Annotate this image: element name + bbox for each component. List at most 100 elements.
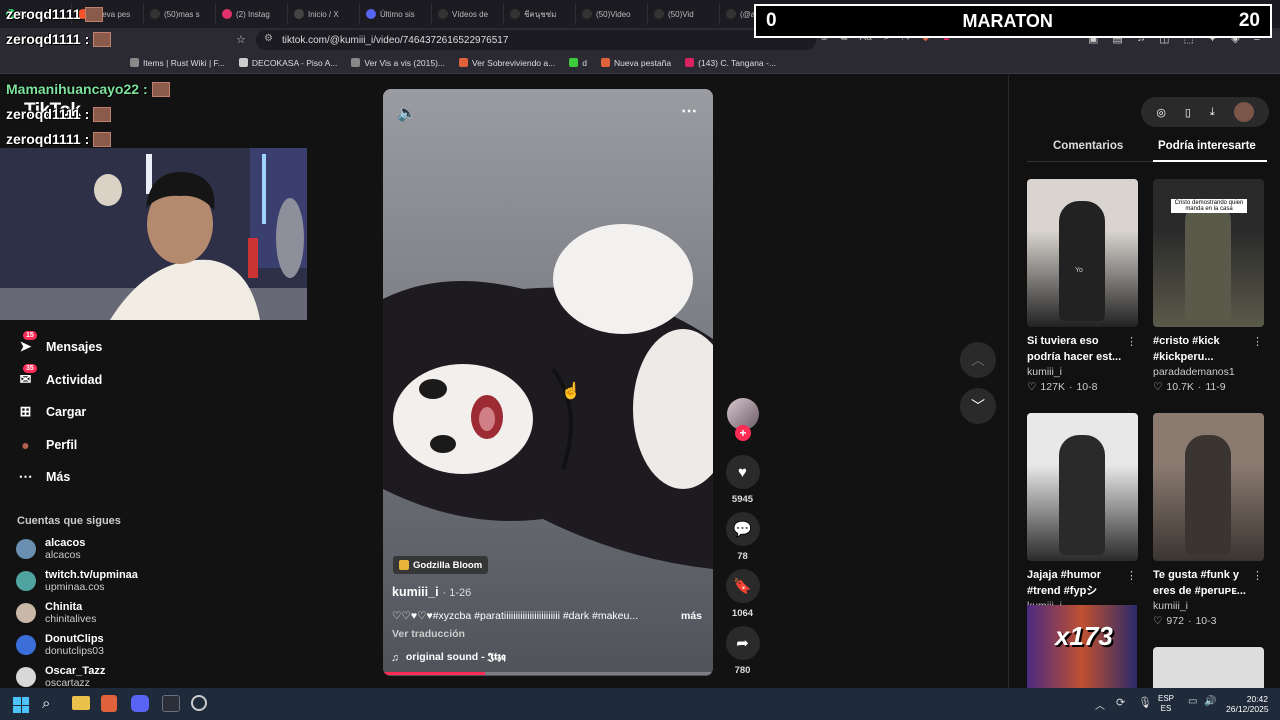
chat-emote-icon [93, 106, 112, 122]
bookmark-star-icon[interactable]: ☆ [236, 33, 246, 46]
clock[interactable]: 20:42 26/12/2025 [1226, 694, 1269, 714]
notification-badge: 35 [23, 364, 37, 373]
chat-message: Mamanihuancayo22 : [6, 81, 170, 97]
brave-icon[interactable] [101, 695, 117, 712]
share-count: 780 [734, 665, 751, 676]
recommended-video-card[interactable]: ⋮ Te gusta #funk y eres de #peruᴘᴇ... kumi… [1153, 413, 1265, 627]
bookmark-item[interactable]: Ver Vis a vis (2015)... [351, 58, 445, 68]
comment-button[interactable]: 💬 [725, 512, 760, 546]
obs-icon[interactable] [162, 695, 180, 712]
device-icon[interactable]: ▯ [1185, 106, 1191, 119]
more-link[interactable]: más [681, 610, 702, 622]
card-more-icon[interactable]: ⋮ [1126, 335, 1137, 348]
card-likes: 10.7K [1166, 381, 1194, 393]
share-button[interactable]: ➦ [725, 626, 760, 660]
browser-tab[interactable]: (50)Video [576, 3, 648, 25]
meta-separator: · [1187, 615, 1192, 627]
bookmark-item[interactable]: d [569, 58, 587, 68]
card-more-icon[interactable]: ⋮ [1126, 569, 1137, 582]
following-account[interactable]: DonutClips donutclips03 [16, 633, 104, 657]
tab-podria-interesarte[interactable]: Podría interesarte [1158, 140, 1256, 160]
card-date: 11-9 [1205, 381, 1226, 393]
save-button[interactable]: 🔖 [725, 569, 760, 603]
card-author[interactable]: kumiii_i [1027, 366, 1139, 378]
cursor-icon: ☝ [561, 383, 581, 400]
following-title: Cuentas que sigues [17, 515, 121, 527]
browser-tab[interactable]: Último sis [360, 3, 432, 25]
progress-track[interactable] [383, 672, 713, 675]
bookmark-item[interactable]: Items | Rust Wiki | F... [130, 58, 225, 68]
previous-video-button[interactable]: ︿ [960, 342, 996, 378]
mic-icon[interactable]: 🎙 [1138, 696, 1152, 709]
sidebar-item-perfil[interactable]: ● Perfil [17, 436, 77, 453]
tab-label: (50)mas s [164, 9, 200, 19]
more-options-icon[interactable]: ⋯ [681, 101, 697, 121]
url-text: tiktok.com/@kumiii_i/video/7464372616522… [282, 34, 509, 46]
card-more-icon[interactable]: ⋮ [1252, 569, 1263, 582]
translate-link[interactable]: Ver traducción [392, 628, 465, 640]
search-icon[interactable]: ⌕ [42, 695, 50, 712]
browser-tab[interactable]: Inicio / X [288, 3, 360, 25]
follow-plus-icon[interactable]: + [735, 425, 751, 441]
tab-favicon-icon [222, 9, 232, 19]
song-chip[interactable]: Godzilla Bloom [393, 556, 489, 574]
next-video-button[interactable]: ﹀ [960, 388, 996, 424]
sidebar-item-actividad[interactable]: ✉ 35 Actividad [17, 364, 102, 388]
site-info-icon[interactable]: ⚙ [264, 33, 273, 44]
sync-icon[interactable]: ⟳ [1116, 696, 1125, 709]
download-icon[interactable]: ⤓ [1210, 106, 1215, 119]
browser-tab[interactable]: (50)mas s [144, 3, 216, 25]
bookmark-item[interactable]: Ver Sobreviviendo a... [459, 58, 555, 68]
score-left: 0 [766, 10, 777, 31]
following-account[interactable]: twitch.tv/upminaa upminaa.cos [16, 569, 138, 593]
tray-chevron-icon[interactable]: ︿ [1095, 697, 1105, 712]
profile-avatar[interactable] [1233, 102, 1254, 122]
windows-start-icon[interactable] [13, 697, 29, 713]
following-account[interactable]: Chinita chinitalives [16, 601, 96, 625]
coins-icon[interactable]: ◎ [1156, 106, 1166, 119]
recommended-video-card[interactable]: Yo ⋮ Si tuviera eso podría hacer est... kum… [1027, 179, 1139, 393]
card-author[interactable]: kumiii_i [1153, 600, 1265, 612]
stream-emote-overlay: x173 [1027, 605, 1137, 689]
bookmark-item[interactable]: (143) C. Tangana -... [685, 58, 776, 68]
video-player[interactable]: 🔈 ⋯ ☝ Godzilla Bloom kumiii_i · 1-26 ♡♡♥… [383, 89, 713, 676]
bookmark-item[interactable]: Nueva pestaña [600, 58, 671, 68]
browser-tab[interactable]: (50)Vid [648, 3, 720, 25]
card-author[interactable]: paradademanos1 [1153, 366, 1265, 378]
card-meta: ♡ 972 · 10-3 [1153, 615, 1265, 627]
bookmark-item[interactable]: DECOKASA - Piso A... [238, 58, 337, 68]
language-indicator[interactable]: ESP ES [1158, 694, 1174, 714]
recommended-video-card[interactable]: Cristo demostrando quien manda en la cas… [1153, 179, 1265, 393]
browser-tab[interactable]: Vídeos de [432, 3, 504, 25]
clock-date: 26/12/2025 [1226, 704, 1269, 714]
volume-icon[interactable]: 🔈 [397, 103, 417, 123]
following-account[interactable]: Oscar_Tazz oscartazz [16, 665, 105, 689]
speaker-icon[interactable]: 🔊 [1204, 696, 1216, 707]
account-name: alcacos [45, 537, 86, 549]
browser-tab[interactable]: (2) Instag [216, 3, 288, 25]
card-date: 10-8 [1076, 381, 1098, 393]
sidebar-item-label: Cargar [46, 404, 87, 419]
following-account[interactable]: alcacos alcacos [16, 537, 85, 561]
sidebar-item-mensajes[interactable]: ➤ 15 Mensajes [17, 331, 102, 355]
like-button[interactable]: ♥ [725, 455, 760, 489]
app-icon[interactable] [191, 695, 207, 711]
account-name: DonutClips [45, 633, 104, 645]
url-bar[interactable]: ⚙ tiktok.com/@kumiii_i/video/74643726165… [256, 30, 816, 50]
recommended-video-card[interactable] [1153, 647, 1264, 689]
thumbnail-figure [1185, 435, 1231, 555]
discord-icon[interactable] [131, 695, 149, 712]
tab-comentarios[interactable]: Comentarios [1053, 140, 1123, 160]
sound-row[interactable]: ♫ original sound - 𝕵𝖙𝖟𝖖 [391, 651, 506, 664]
card-more-icon[interactable]: ⋮ [1252, 335, 1263, 348]
browser-tab[interactable]: ชีคนุชช่ม [504, 3, 576, 25]
file-explorer-icon[interactable] [72, 696, 90, 710]
recommended-video-card[interactable]: ⋮Jajaja #humor #trend #fypシkumiii_i♡265 [1027, 413, 1139, 627]
video-author[interactable]: kumiii_i [392, 585, 439, 599]
network-icon[interactable]: ▭ [1188, 696, 1197, 707]
chat-message: zeroqd1111 [6, 6, 103, 22]
sidebar-item-más[interactable]: ⋯ Más [17, 468, 71, 485]
sidebar-item-cargar[interactable]: ⊞ Cargar [17, 403, 87, 420]
sidebar-item-label: Perfil [46, 437, 78, 452]
video-thumbnail [1153, 413, 1264, 561]
